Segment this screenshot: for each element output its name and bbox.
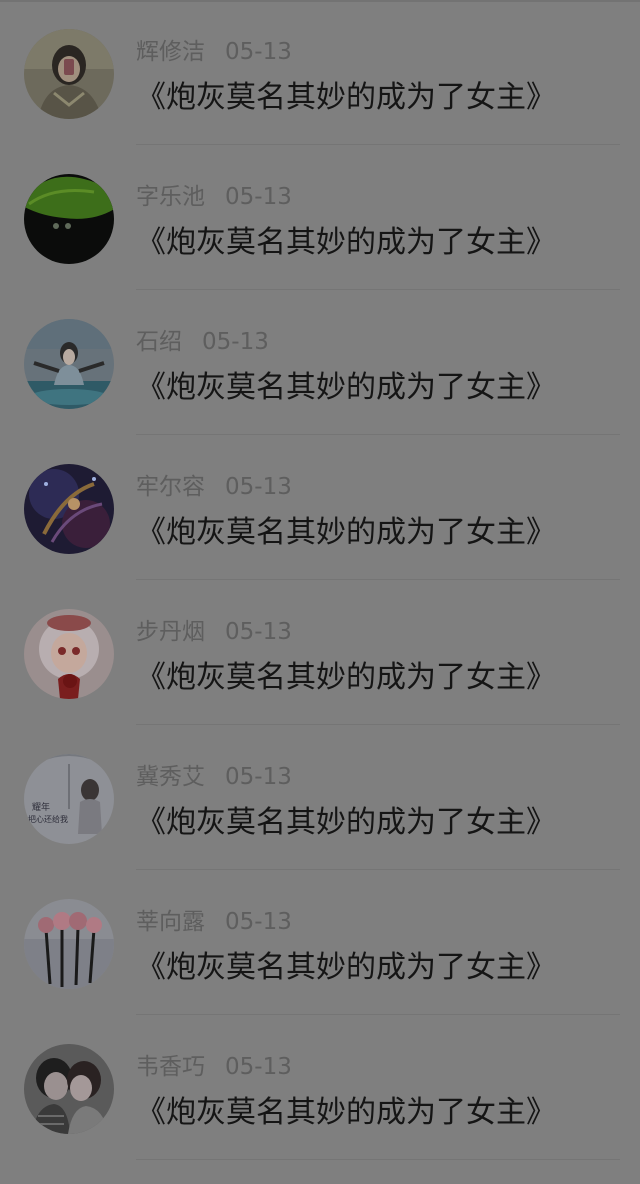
username[interactable]: 莘向露 [136, 909, 205, 935]
user-avatar-dark-anime-icon[interactable] [24, 464, 114, 554]
comment-item[interactable]: 莘向露 05-13 《炮灰莫名其妙的成为了女主》 [0, 870, 640, 1015]
comment-meta: 步丹烟 05-13 [136, 616, 292, 648]
comment-date: 05-13 [225, 619, 292, 645]
comment-date: 05-13 [225, 1054, 292, 1080]
comment-date: 05-13 [225, 474, 292, 500]
username[interactable]: 牢尔容 [136, 474, 205, 500]
avatar-text-line1: 耀年 [32, 801, 50, 813]
comment-meta: 字乐池 05-13 [136, 181, 292, 213]
comment-date: 05-13 [225, 39, 292, 65]
comment-date: 05-13 [202, 329, 269, 355]
user-avatar-couple-icon[interactable] [24, 1044, 114, 1134]
comment-text[interactable]: 《炮灰莫名其妙的成为了女主》 [136, 803, 556, 843]
comment-meta: 牢尔容 05-13 [136, 471, 292, 503]
comment-item[interactable]: 牢尔容 05-13 《炮灰莫名其妙的成为了女主》 [0, 435, 640, 580]
username[interactable]: 辉修洁 [136, 39, 205, 65]
comment-item[interactable]: 韦香巧 05-13 《炮灰莫名其妙的成为了女主》 [0, 1015, 640, 1160]
comment-text[interactable]: 《炮灰莫名其妙的成为了女主》 [136, 948, 556, 988]
comment-item[interactable]: 辉修洁 05-13 《炮灰莫名其妙的成为了女主》 [0, 0, 640, 145]
username[interactable]: 韦香巧 [136, 1054, 205, 1080]
username[interactable]: 步丹烟 [136, 619, 205, 645]
comment-text[interactable]: 《炮灰莫名其妙的成为了女主》 [136, 513, 556, 553]
comment-meta: 石绍 05-13 [136, 326, 269, 358]
user-avatar-anime-girl-icon[interactable] [24, 609, 114, 699]
user-avatar-green-leaf-icon[interactable] [24, 174, 114, 264]
user-avatar-roses-icon[interactable] [24, 899, 114, 989]
avatar-text-line2: 把心还给我 [28, 814, 68, 824]
comment-text[interactable]: 《炮灰莫名其妙的成为了女主》 [136, 368, 556, 408]
comment-item[interactable]: 石绍 05-13 《炮灰莫名其妙的成为了女主》 [0, 290, 640, 435]
comment-meta: 韦香巧 05-13 [136, 1051, 292, 1083]
comment-text[interactable]: 《炮灰莫名其妙的成为了女主》 [136, 1093, 556, 1133]
user-avatar-umbrella-girl-icon[interactable]: 耀年 把心还给我 [24, 754, 114, 844]
comment-date: 05-13 [225, 909, 292, 935]
comment-meta: 辉修洁 05-13 [136, 36, 292, 68]
user-avatar-girl-sea-icon[interactable] [24, 319, 114, 409]
comment-meta: 莘向露 05-13 [136, 906, 292, 938]
comment-date: 05-13 [225, 764, 292, 790]
comment-text[interactable]: 《炮灰莫名其妙的成为了女主》 [136, 223, 556, 263]
user-avatar-girl-selfie-icon[interactable] [24, 29, 114, 119]
username[interactable]: 字乐池 [136, 184, 205, 210]
comment-date: 05-13 [225, 184, 292, 210]
item-divider [136, 1159, 620, 1160]
username[interactable]: 冀秀艾 [136, 764, 205, 790]
comment-list[interactable]: 辉修洁 05-13 《炮灰莫名其妙的成为了女主》 字乐池 05-13 《炮灰莫名其妙… [0, 0, 640, 1160]
comment-list-page: 辉修洁 05-13 《炮灰莫名其妙的成为了女主》 字乐池 05-13 《炮灰莫名其妙… [0, 0, 640, 1184]
username[interactable]: 石绍 [136, 329, 182, 355]
comment-meta: 冀秀艾 05-13 [136, 761, 292, 793]
comment-item[interactable]: 步丹烟 05-13 《炮灰莫名其妙的成为了女主》 [0, 580, 640, 725]
comment-item[interactable]: 字乐池 05-13 《炮灰莫名其妙的成为了女主》 [0, 145, 640, 290]
comment-text[interactable]: 《炮灰莫名其妙的成为了女主》 [136, 658, 556, 698]
comment-item[interactable]: 耀年 把心还给我 冀秀艾 05-13 《炮灰莫名其妙的成为了女主》 [0, 725, 640, 870]
comment-text[interactable]: 《炮灰莫名其妙的成为了女主》 [136, 78, 556, 118]
